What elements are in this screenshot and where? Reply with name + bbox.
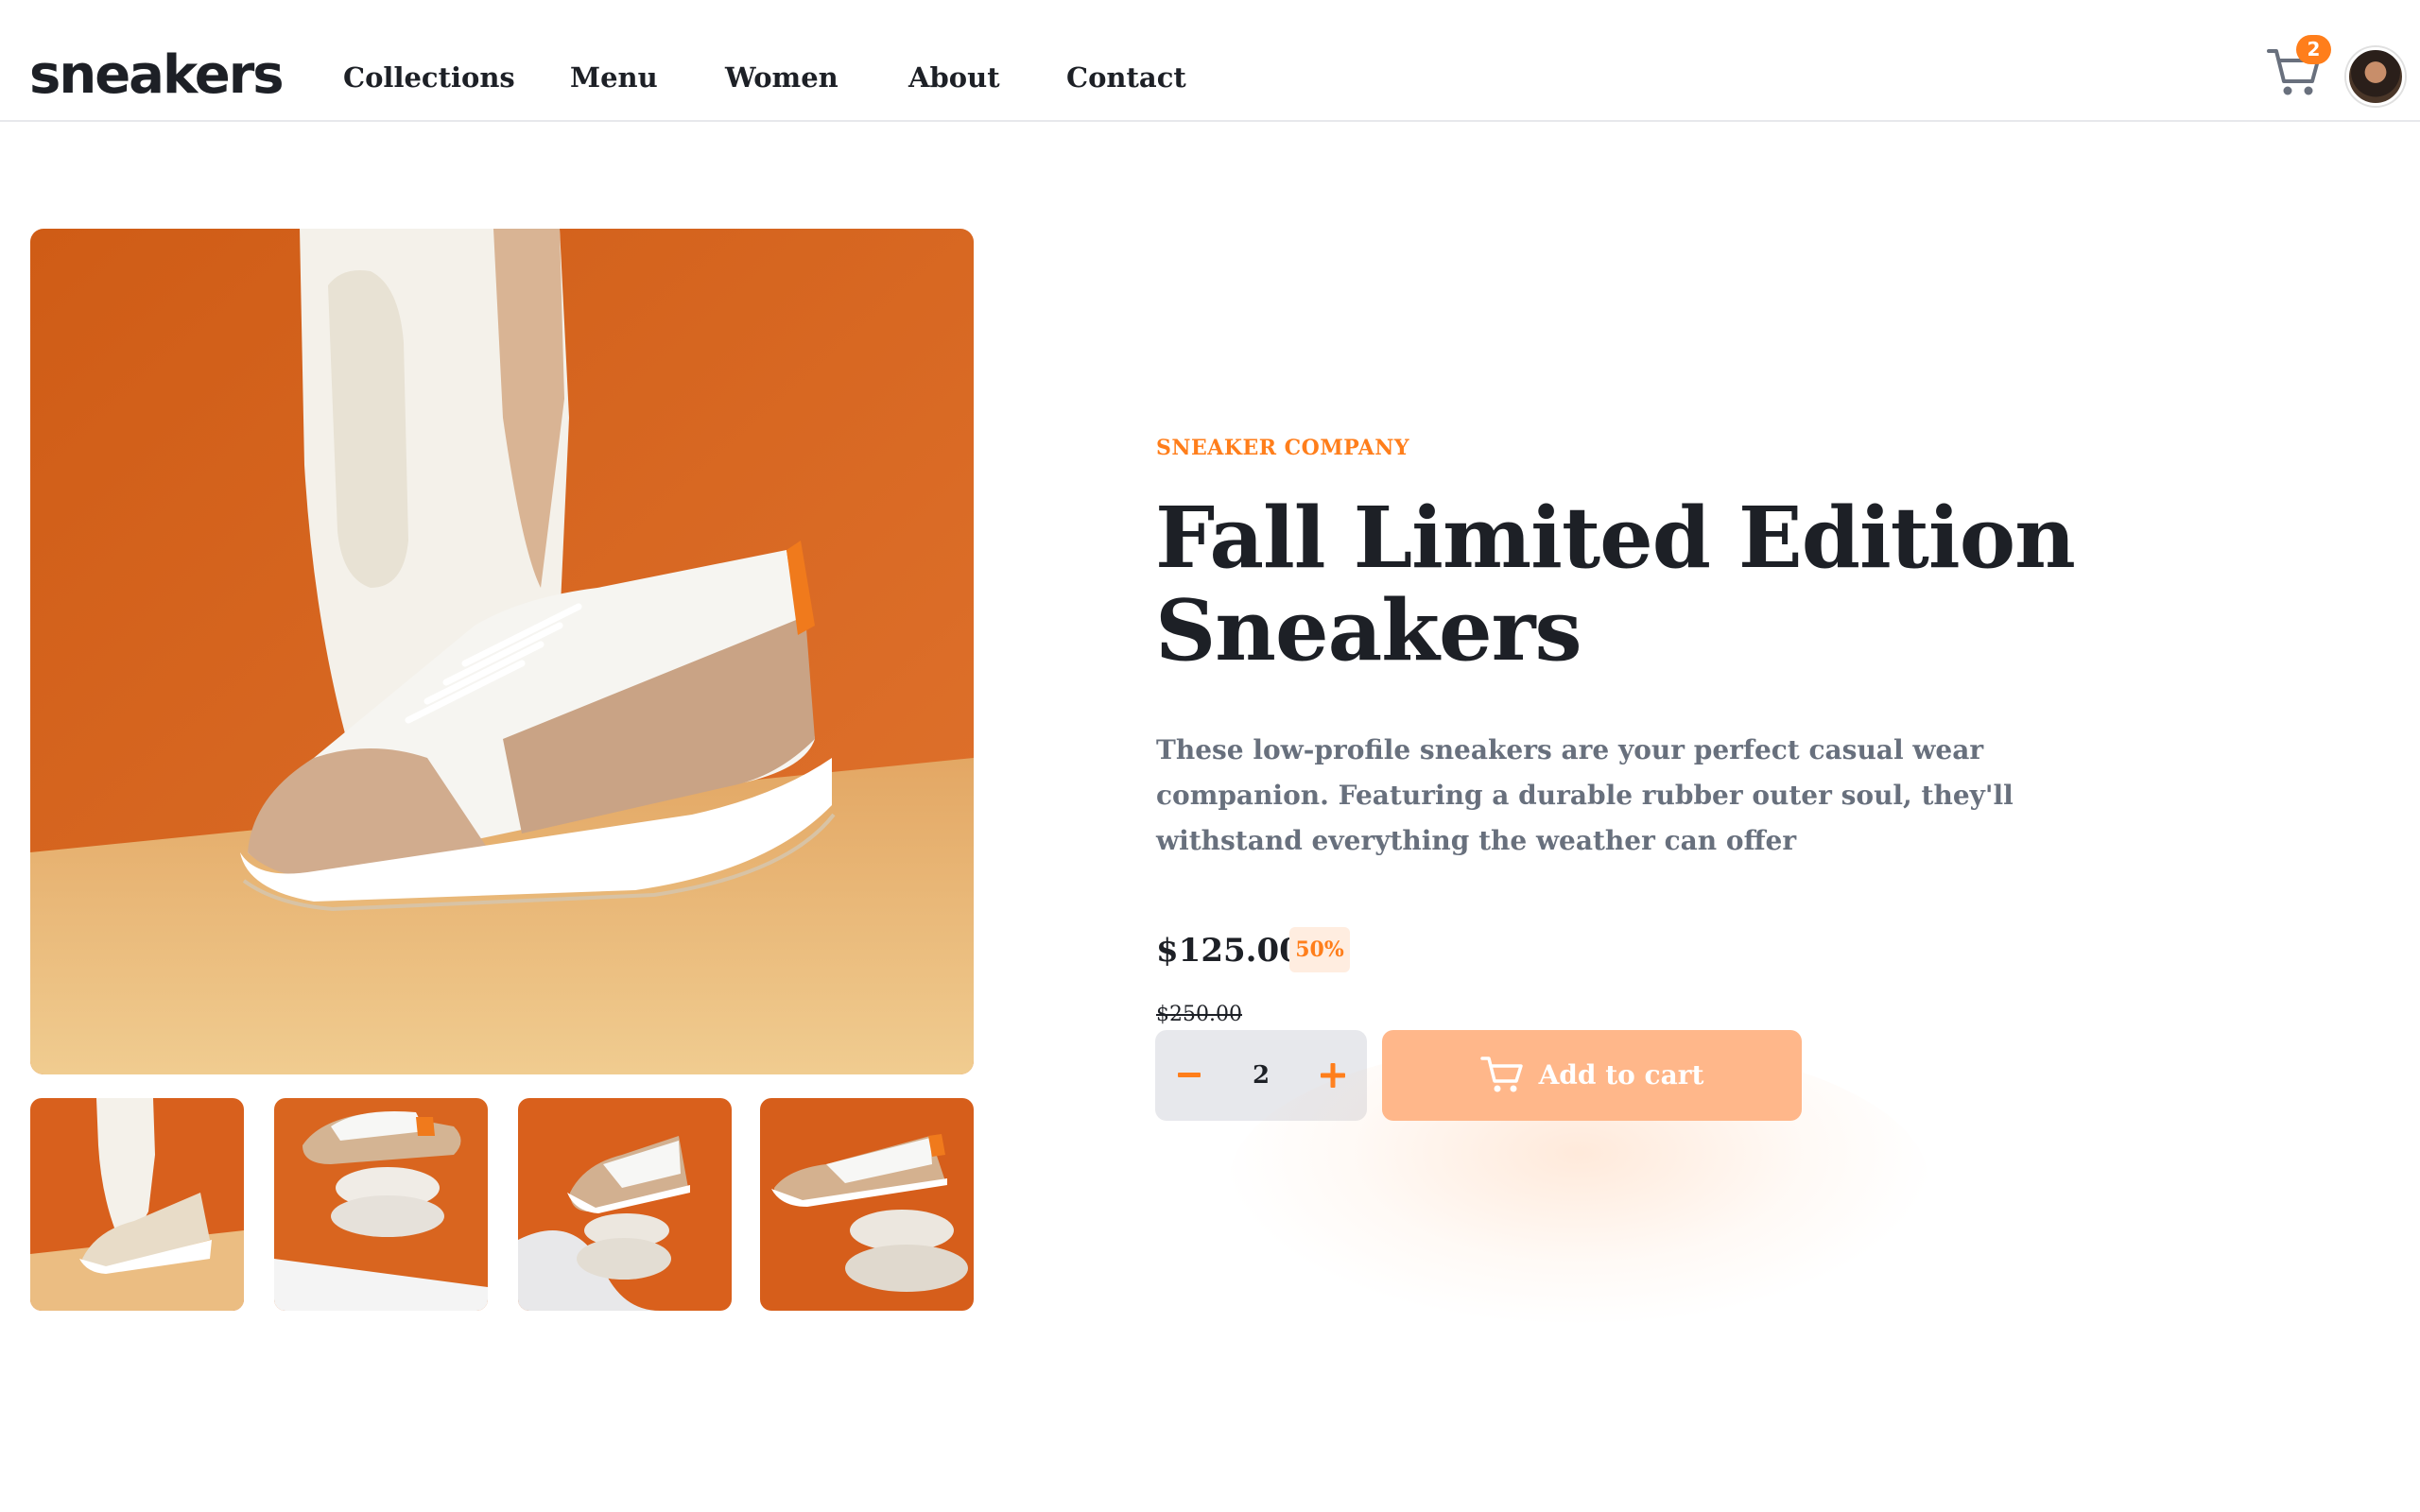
nav-link-contact[interactable]: Contact: [1066, 57, 1186, 98]
nav-link-menu[interactable]: Menu: [570, 57, 658, 98]
nav-link-women[interactable]: Women: [725, 57, 838, 98]
company-label: SNEAKER COMPANY: [1156, 436, 1410, 460]
product-main-image[interactable]: [30, 229, 974, 1074]
thumbnail-2[interactable]: [274, 1098, 488, 1311]
nav-link-about[interactable]: About: [908, 57, 1000, 98]
site-header: sneakers Collections Menu Women About Co…: [0, 0, 2420, 122]
avatar[interactable]: [2346, 47, 2405, 106]
original-price: $250.00: [1156, 1003, 1242, 1026]
add-to-cart-label: Add to cart: [1538, 1059, 1704, 1091]
product-description: These low-profile sneakers are your perf…: [1156, 734, 2014, 856]
thumbnail-4[interactable]: [760, 1098, 974, 1311]
site-logo[interactable]: sneakers: [29, 42, 285, 110]
cart-icon: [1479, 1057, 1523, 1092]
decrease-quantity-button[interactable]: [1155, 1030, 1223, 1121]
product-title: Fall Limited Edition Sneakers: [1155, 488, 2076, 679]
add-to-cart-button[interactable]: Add to cart: [1382, 1030, 1802, 1121]
thumbnail-1[interactable]: [30, 1098, 244, 1311]
discount-badge: 50%: [1289, 927, 1350, 972]
current-price: $125.00: [1156, 932, 1302, 970]
thumbnail-3[interactable]: [518, 1098, 732, 1311]
cart-count-badge: 2: [2296, 35, 2331, 64]
minus-icon: [1178, 1073, 1201, 1077]
nav-link-collections[interactable]: Collections: [343, 57, 515, 98]
